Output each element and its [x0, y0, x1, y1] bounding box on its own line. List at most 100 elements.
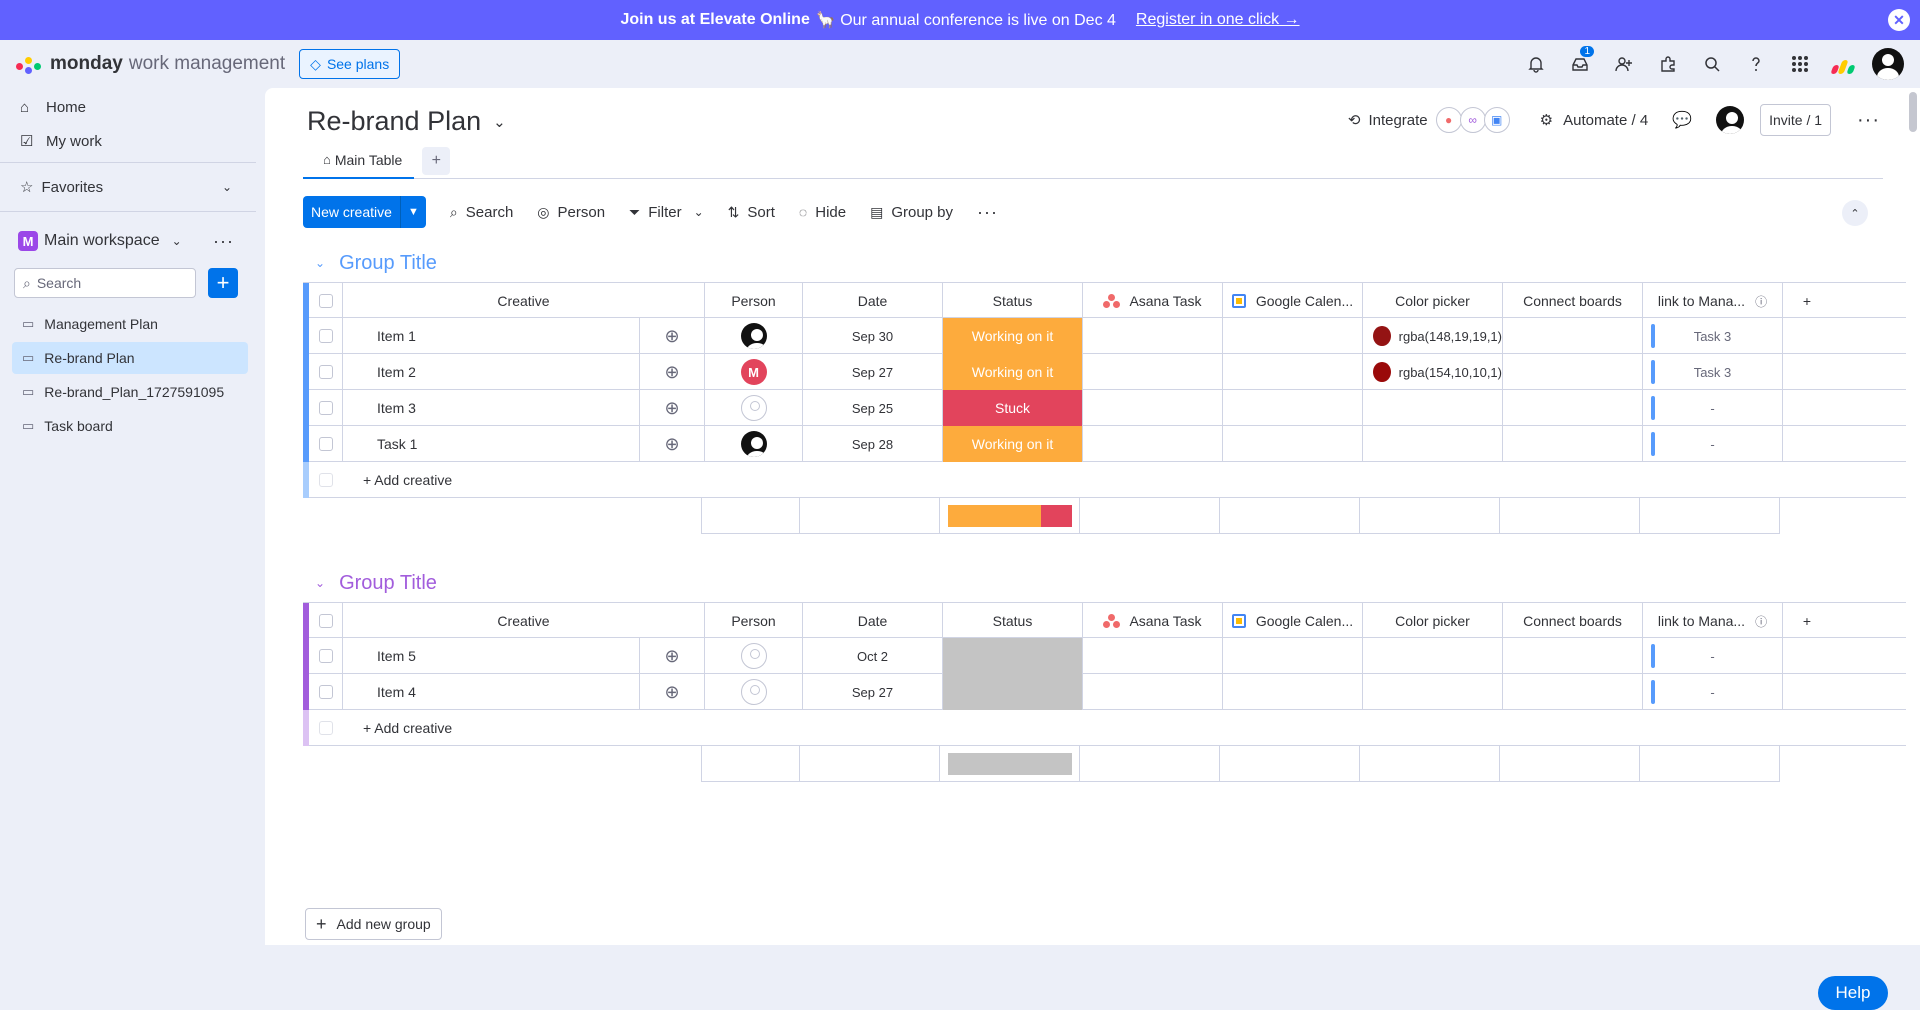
person-cell[interactable]: [705, 426, 803, 462]
column-header-name[interactable]: Creative: [343, 603, 705, 639]
item-name[interactable]: Item 1: [343, 318, 640, 354]
row-checkbox-cell[interactable]: [309, 318, 343, 354]
status-summary-cell[interactable]: [940, 498, 1080, 534]
person-cell[interactable]: [705, 638, 803, 674]
nav-my-work[interactable]: ☑ My work: [0, 124, 256, 158]
asana-cell[interactable]: [1083, 318, 1223, 354]
color-picker-cell[interactable]: [1363, 390, 1503, 426]
inbox-icon[interactable]: 1: [1558, 44, 1602, 84]
add-view-button[interactable]: +: [422, 146, 451, 175]
user-avatar[interactable]: [1872, 48, 1904, 80]
status-cell[interactable]: Stuck: [943, 390, 1083, 426]
add-item-row[interactable]: + Add creative: [303, 462, 1920, 498]
integrate-button[interactable]: ⟲ Integrate ● ∞ ▣: [1348, 107, 1510, 133]
column-header-person[interactable]: Person: [705, 603, 803, 639]
asana-cell[interactable]: [1083, 390, 1223, 426]
link-cell[interactable]: -: [1643, 638, 1783, 674]
column-header-link[interactable]: link to Mana... ⓘ: [1643, 283, 1783, 319]
column-header-google-calendar[interactable]: Google Calen...: [1223, 283, 1363, 319]
checkbox[interactable]: [318, 437, 333, 451]
google-calendar-cell[interactable]: [1223, 318, 1363, 354]
column-header-color-picker[interactable]: Color picker: [1363, 603, 1503, 639]
date-cell[interactable]: Sep 27: [803, 674, 943, 710]
item-name[interactable]: Item 5: [343, 638, 640, 674]
item-name[interactable]: Task 1: [343, 426, 640, 462]
column-header-asana[interactable]: Asana Task: [1083, 283, 1223, 319]
vertical-scrollbar[interactable]: [1906, 88, 1920, 945]
status-cell[interactable]: Working on it: [943, 426, 1083, 462]
connect-boards-cell[interactable]: [1503, 354, 1643, 390]
row-checkbox-cell[interactable]: [309, 638, 343, 674]
checkbox[interactable]: [318, 685, 333, 699]
toolbar-filter[interactable]: ⏷ Filter ⌄: [629, 204, 704, 221]
scrollbar-thumb[interactable]: [1909, 92, 1917, 132]
column-header-connect-boards[interactable]: Connect boards: [1503, 283, 1643, 319]
add-update-icon[interactable]: ⊕: [640, 674, 705, 710]
column-header-person[interactable]: Person: [705, 283, 803, 319]
notifications-bell-icon[interactable]: [1514, 44, 1558, 84]
column-header-asana[interactable]: Asana Task: [1083, 603, 1223, 639]
row-checkbox-cell[interactable]: [309, 426, 343, 462]
link-cell[interactable]: -: [1643, 426, 1783, 462]
date-cell[interactable]: Sep 28: [803, 426, 943, 462]
workspace-more-icon[interactable]: ···: [213, 231, 234, 252]
item-name[interactable]: Item 3: [343, 390, 640, 426]
favorites-section[interactable]: ☆ Favorites ⌄: [0, 167, 256, 207]
table-row[interactable]: Item 5 ⊕ Oct 2 -: [303, 638, 1920, 674]
select-all-checkbox-cell[interactable]: [309, 603, 343, 639]
add-update-icon[interactable]: ⊕: [640, 638, 705, 674]
banner-close-icon[interactable]: ✕: [1888, 9, 1910, 31]
status-cell[interactable]: [943, 674, 1083, 710]
sidebar-search-input[interactable]: ⌕ Search: [14, 268, 196, 298]
board-title[interactable]: Re-brand Plan ⌄: [307, 106, 506, 137]
invite-members-icon[interactable]: [1602, 44, 1646, 84]
table-row[interactable]: Item 3 ⊕ Sep 25 Stuck -: [303, 390, 1920, 426]
person-cell[interactable]: [705, 674, 803, 710]
connect-boards-cell[interactable]: [1503, 390, 1643, 426]
link-cell[interactable]: -: [1643, 390, 1783, 426]
status-summary-cell[interactable]: [940, 746, 1080, 782]
toolbar-hide[interactable]: ◌ Hide: [799, 204, 846, 221]
nav-home[interactable]: ⌂ Home: [0, 90, 256, 124]
asana-cell[interactable]: [1083, 638, 1223, 674]
invite-button[interactable]: Invite / 1: [1760, 104, 1832, 136]
table-row[interactable]: Task 1 ⊕ Sep 28 Working on it -: [303, 426, 1920, 462]
google-calendar-cell[interactable]: [1223, 354, 1363, 390]
automate-button[interactable]: ⚙ Automate / 4: [1540, 111, 1649, 130]
asana-cell[interactable]: [1083, 354, 1223, 390]
column-header-date[interactable]: Date: [803, 283, 943, 319]
add-new-group-button[interactable]: + Add new group: [305, 908, 442, 940]
connect-boards-cell[interactable]: [1503, 318, 1643, 354]
color-picker-cell[interactable]: [1363, 674, 1503, 710]
row-checkbox-cell[interactable]: [309, 354, 343, 390]
column-header-status[interactable]: Status: [943, 603, 1083, 639]
table-row[interactable]: Item 4 ⊕ Sep 27 -: [303, 674, 1920, 710]
link-cell[interactable]: Task 3: [1643, 354, 1783, 390]
person-cell[interactable]: [705, 390, 803, 426]
item-name[interactable]: Item 2: [343, 354, 640, 390]
status-cell[interactable]: Working on it: [943, 354, 1083, 390]
date-cell[interactable]: Sep 27: [803, 354, 943, 390]
column-header-link[interactable]: link to Mana... ⓘ: [1643, 603, 1783, 639]
toolbar-search[interactable]: ⌕ Search: [450, 204, 513, 221]
banner-register-link[interactable]: Register in one click →: [1136, 11, 1300, 29]
chevron-down-icon[interactable]: ▼: [399, 196, 426, 228]
google-calendar-cell[interactable]: [1223, 390, 1363, 426]
new-item-button[interactable]: New creative ▼: [303, 196, 426, 228]
google-calendar-cell[interactable]: [1223, 638, 1363, 674]
column-header-google-calendar[interactable]: Google Calen...: [1223, 603, 1363, 639]
info-icon[interactable]: ⓘ: [1755, 293, 1767, 310]
date-cell[interactable]: Sep 30: [803, 318, 943, 354]
row-checkbox-cell[interactable]: [309, 390, 343, 426]
apps-puzzle-icon[interactable]: [1646, 44, 1690, 84]
add-item-input[interactable]: + Add creative: [343, 462, 452, 497]
add-item-row[interactable]: + Add creative: [303, 710, 1920, 746]
google-calendar-cell[interactable]: [1223, 674, 1363, 710]
app-logo[interactable]: monday work management: [16, 53, 285, 75]
column-header-name[interactable]: Creative: [343, 283, 705, 319]
search-icon[interactable]: [1690, 44, 1734, 84]
see-plans-button[interactable]: ◇ See plans: [299, 49, 401, 79]
asana-cell[interactable]: [1083, 674, 1223, 710]
connect-boards-cell[interactable]: [1503, 638, 1643, 674]
row-checkbox-cell[interactable]: [309, 674, 343, 710]
